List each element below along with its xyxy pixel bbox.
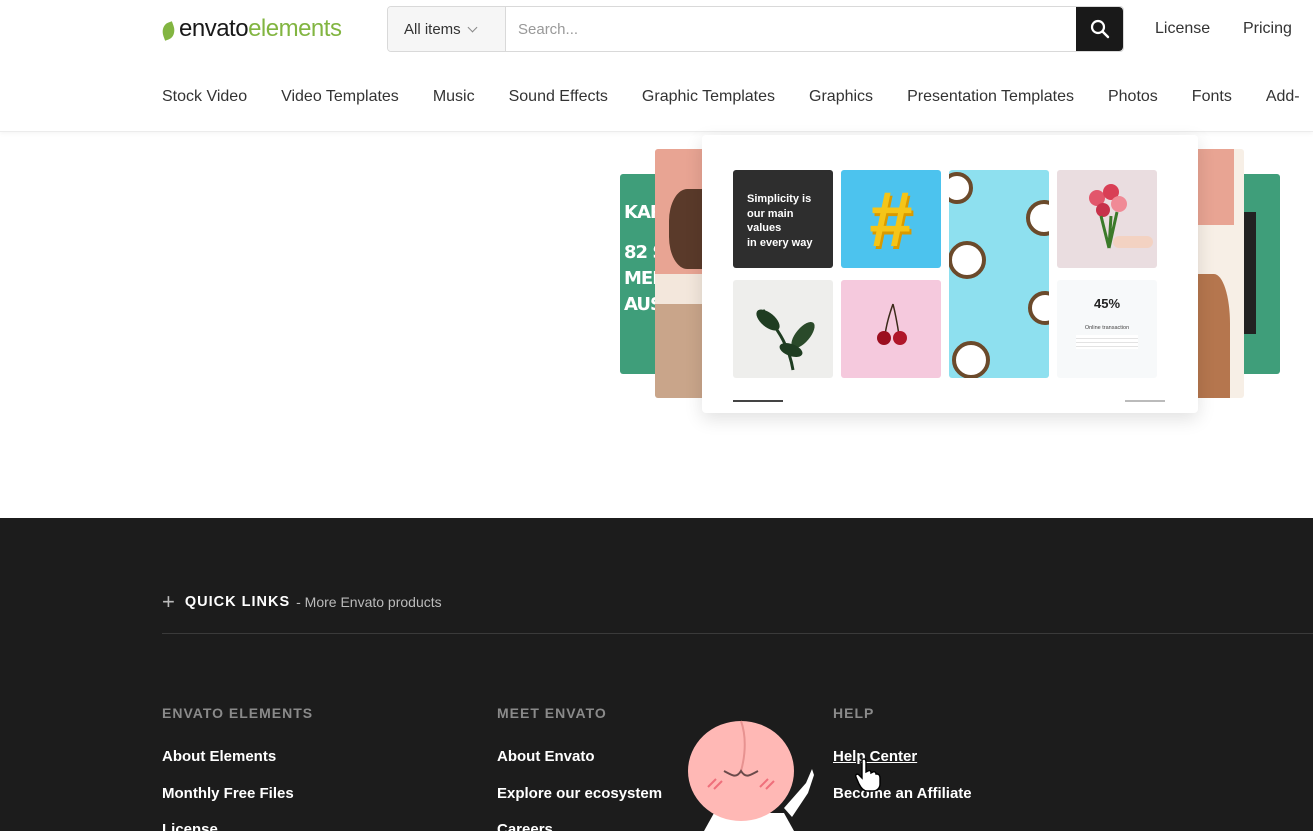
pricing-link[interactable]: Pricing xyxy=(1243,20,1292,38)
footer-link-about-elements[interactable]: About Elements xyxy=(162,748,276,765)
category-nav: Stock Video Video Templates Music Sound … xyxy=(162,88,1313,106)
search-icon xyxy=(1090,19,1109,39)
presentation-slide-preview: Simplicity is our main values in every w… xyxy=(702,135,1198,413)
category-label: All items xyxy=(404,20,461,38)
nav-presentation-templates[interactable]: Presentation Templates xyxy=(907,88,1074,106)
footer-heading-envato-elements: ENVATO ELEMENTS xyxy=(162,705,314,721)
footer-divider xyxy=(162,633,1313,634)
envato-elements-logo[interactable]: envato elements xyxy=(159,14,342,44)
nav-graphics[interactable]: Graphics xyxy=(809,88,873,106)
nav-graphic-templates[interactable]: Graphic Templates xyxy=(642,88,775,106)
stat-tile: 45% Online transaction xyxy=(1057,280,1157,378)
slogan-line: values xyxy=(747,222,782,234)
plus-icon: + xyxy=(162,589,175,614)
slogan-line: Simplicity is xyxy=(747,193,812,205)
footer-link-become-affiliate[interactable]: Become an Affiliate xyxy=(833,785,972,802)
chevron-down-icon xyxy=(467,22,478,32)
plant-photo xyxy=(733,280,833,378)
footer-link-explore-ecosystem[interactable]: Explore our ecosystem xyxy=(497,785,662,802)
cherry-photo xyxy=(841,280,941,378)
footer-link-about-envato[interactable]: About Envato xyxy=(497,748,595,765)
flowers-photo xyxy=(1057,170,1157,268)
slogan-line: in every way xyxy=(747,236,813,249)
search-bar: All items xyxy=(387,6,1124,52)
search-input[interactable] xyxy=(506,7,1076,51)
slogan-tile: Simplicity is our main values in every w… xyxy=(733,170,833,268)
preview-card-pink-right xyxy=(1190,149,1244,398)
nav-fonts[interactable]: Fonts xyxy=(1192,88,1232,106)
footer-heading-meet-envato: MEET ENVATO xyxy=(497,705,607,721)
quick-links-title: QUICK LINKS xyxy=(184,594,291,610)
peach-sticker-icon xyxy=(688,720,814,831)
quick-links-subtitle: - More Envato products xyxy=(296,594,442,610)
search-button[interactable] xyxy=(1076,7,1123,51)
coconut-pattern xyxy=(949,172,1049,378)
nav-sound-effects[interactable]: Sound Effects xyxy=(509,88,608,106)
footer-link-license[interactable]: License xyxy=(162,821,218,838)
nav-stock-video[interactable]: Stock Video xyxy=(162,88,247,106)
nav-add-ons[interactable]: Add- xyxy=(1266,88,1300,106)
hand-cursor-icon xyxy=(855,758,881,792)
coconut-photo xyxy=(949,170,1049,378)
nav-video-templates[interactable]: Video Templates xyxy=(281,88,399,106)
stat-caption: Online transaction xyxy=(1084,325,1130,331)
logo-text-elements: elements xyxy=(248,15,342,42)
slogan-line: our main xyxy=(747,207,794,220)
nav-photos[interactable]: Photos xyxy=(1108,88,1158,106)
bouquet-icon xyxy=(1089,184,1153,249)
hashtag-icon: # xyxy=(869,175,913,263)
site-header: envatoelements All items License Pricing… xyxy=(0,0,1313,132)
footer-link-monthly-free-files[interactable]: Monthly Free Files xyxy=(162,785,294,802)
quick-links-toggle[interactable]: + QUICK LINKS - More Envato products xyxy=(162,591,442,613)
leaf-icon xyxy=(159,21,178,41)
site-footer: + QUICK LINKS - More Envato products ENV… xyxy=(0,518,1313,838)
stat-value: 45% xyxy=(1093,296,1121,311)
cherry-icon xyxy=(877,303,907,345)
plant-icon xyxy=(756,309,815,371)
footer-link-careers[interactable]: Careers xyxy=(497,821,553,838)
hashtag-photo: # xyxy=(841,170,941,268)
footer-heading-help: HELP xyxy=(833,705,875,721)
logo-text-envato: envato xyxy=(179,15,249,42)
license-link[interactable]: License xyxy=(1155,20,1210,38)
category-dropdown[interactable]: All items xyxy=(388,7,506,51)
nav-music[interactable]: Music xyxy=(433,88,475,106)
